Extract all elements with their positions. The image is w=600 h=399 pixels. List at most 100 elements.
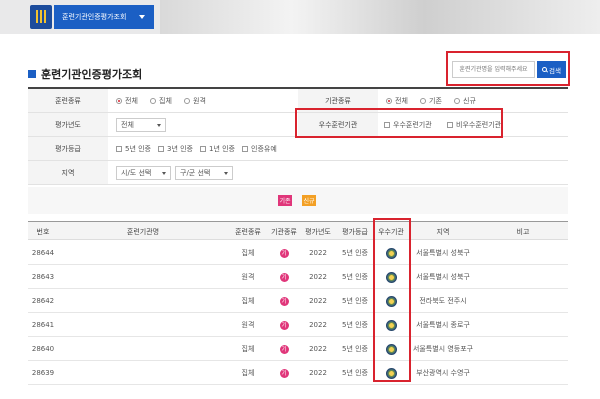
checkbox-label: 3년 인증 [167,144,193,153]
cell-no: 28644 [31,249,55,257]
col-header-name: 훈련기관명 [126,227,160,236]
new-button[interactable]: 신규 [302,195,316,206]
training-type-label: 훈련종류 [28,89,108,112]
search-input[interactable] [452,61,535,78]
check-grade-1[interactable]: 1년 인증 [200,137,235,160]
cell-grade: 5년 인증 [342,345,368,353]
cell-type: 원격 [241,273,255,281]
inst-type-badge: 기 [279,344,289,354]
gugun-value: 구/군 선택 [180,169,211,177]
cell-grade: 5년 인증 [342,249,368,257]
cell-inst: 기 [268,337,300,361]
inst-type-badge: 기 [279,320,289,330]
checkbox-icon [242,145,248,152]
checkbox-icon [116,145,122,152]
cell-no: 28639 [31,369,55,377]
cell-grade: 5년 인증 [342,273,368,281]
radio-icon [150,97,156,104]
cell-region: 서울특별시 성북구 [416,273,470,281]
nav-menu-dropdown[interactable]: 훈련기관인증평가조회 [54,5,154,29]
radio-training-group[interactable]: 집체 [150,89,172,112]
col-header-note: 비고 [516,227,530,236]
table-row[interactable]: 28641 원격 기 2022 5년 인증 서울특별시 종로구 [28,313,568,337]
cell-name[interactable] [58,289,228,313]
cell-type: 집체 [241,369,255,377]
existing-button[interactable]: 기존 [278,195,292,206]
new-button-label: 신규 [303,198,315,205]
chevron-down-icon [162,172,166,175]
col-header-type: 훈련종류 [235,227,261,236]
search-icon [542,67,548,72]
cell-year: 2022 [309,369,327,377]
radio-icon [184,97,190,104]
cell-note [478,241,568,265]
excellent-column-highlight [373,218,411,382]
cell-note [478,361,568,385]
inst-type-badge: 기 [279,248,289,258]
radio-label: 전체 [395,96,408,105]
cell-no: 28640 [31,345,55,353]
table-row[interactable]: 28644 집체 기 2022 5년 인증 서울특별시 성북구 [28,241,568,265]
cell-inst: 기 [268,265,300,289]
table-header: 번호 훈련기관명 훈련종류 기관종류 평가년도 평가등급 우수기관 지역 비고 [28,221,568,240]
table-row[interactable]: 28639 집체 기 2022 5년 인증 부산광역시 수영구 [28,361,568,385]
table-row[interactable]: 28640 집체 기 2022 5년 인증 서울특별시 영등포구 [28,337,568,361]
page-title: 훈련기관인증평가조회 [28,66,142,82]
radio-icon [454,97,460,104]
cell-grade: 5년 인증 [342,369,368,377]
cell-region: 전라북도 전주시 [419,297,467,305]
radio-icon [116,97,122,104]
check-grade-3[interactable]: 3년 인증 [158,137,193,160]
chevron-down-icon [139,15,145,19]
cell-note [478,289,568,313]
cell-name[interactable] [58,241,228,265]
existing-button-label: 기존 [279,198,291,205]
inst-type-badge: 기 [279,296,289,306]
check-grade-deferred[interactable]: 인증유예 [242,137,277,160]
sido-select[interactable]: 시/도 선택 [116,166,171,180]
cell-type: 집체 [241,249,255,257]
chevron-down-icon [224,172,228,175]
radio-label: 기존 [429,96,442,105]
cell-inst: 기 [268,241,300,265]
cell-name[interactable] [58,313,228,337]
search-button[interactable]: 검색 [537,61,566,78]
sido-value: 시/도 선택 [121,169,152,177]
cell-year: 2022 [309,249,327,257]
cell-name[interactable] [58,361,228,385]
cell-region: 서울특별시 성북구 [416,249,470,257]
radio-training-remote[interactable]: 원격 [184,89,206,112]
table-row[interactable]: 28643 원격 기 2022 5년 인증 서울특별시 성북구 [28,265,568,289]
search-button-label: 검색 [549,66,561,75]
top-bar: 훈련기관인증평가조회 [0,0,600,34]
cell-grade: 5년 인증 [342,297,368,305]
cell-name[interactable] [58,265,228,289]
cell-region: 서울특별시 영등포구 [412,345,474,353]
radio-label: 전체 [125,96,138,105]
cell-inst: 기 [268,361,300,385]
eval-year-select[interactable]: 전체 [116,118,166,132]
radio-training-all[interactable]: 전체 [116,89,138,112]
cell-type: 집체 [241,345,255,353]
nav-menu-label: 훈련기관인증평가조회 [62,13,127,21]
gugun-select[interactable]: 구/군 선택 [175,166,233,180]
cell-inst: 기 [268,313,300,337]
cell-grade: 5년 인증 [342,321,368,329]
chevron-down-icon [157,124,161,127]
cell-note [478,313,568,337]
cell-year: 2022 [309,297,327,305]
col-header-inst: 기관종류 [271,227,297,236]
check-grade-5[interactable]: 5년 인증 [116,137,151,160]
title-square-icon [28,70,36,78]
cell-region: 서울특별시 종로구 [416,321,470,329]
eval-year-value: 전체 [121,121,134,129]
cell-year: 2022 [309,273,327,281]
table-row[interactable]: 28642 집체 기 2022 5년 인증 전라북도 전주시 [28,289,568,313]
site-logo-icon[interactable] [30,5,52,29]
cell-year: 2022 [309,345,327,353]
header-banner-image [160,0,600,34]
inst-type-badge: 기 [279,368,289,378]
cell-name[interactable] [58,337,228,361]
checkbox-icon [158,145,164,152]
cell-no: 28642 [31,297,55,305]
